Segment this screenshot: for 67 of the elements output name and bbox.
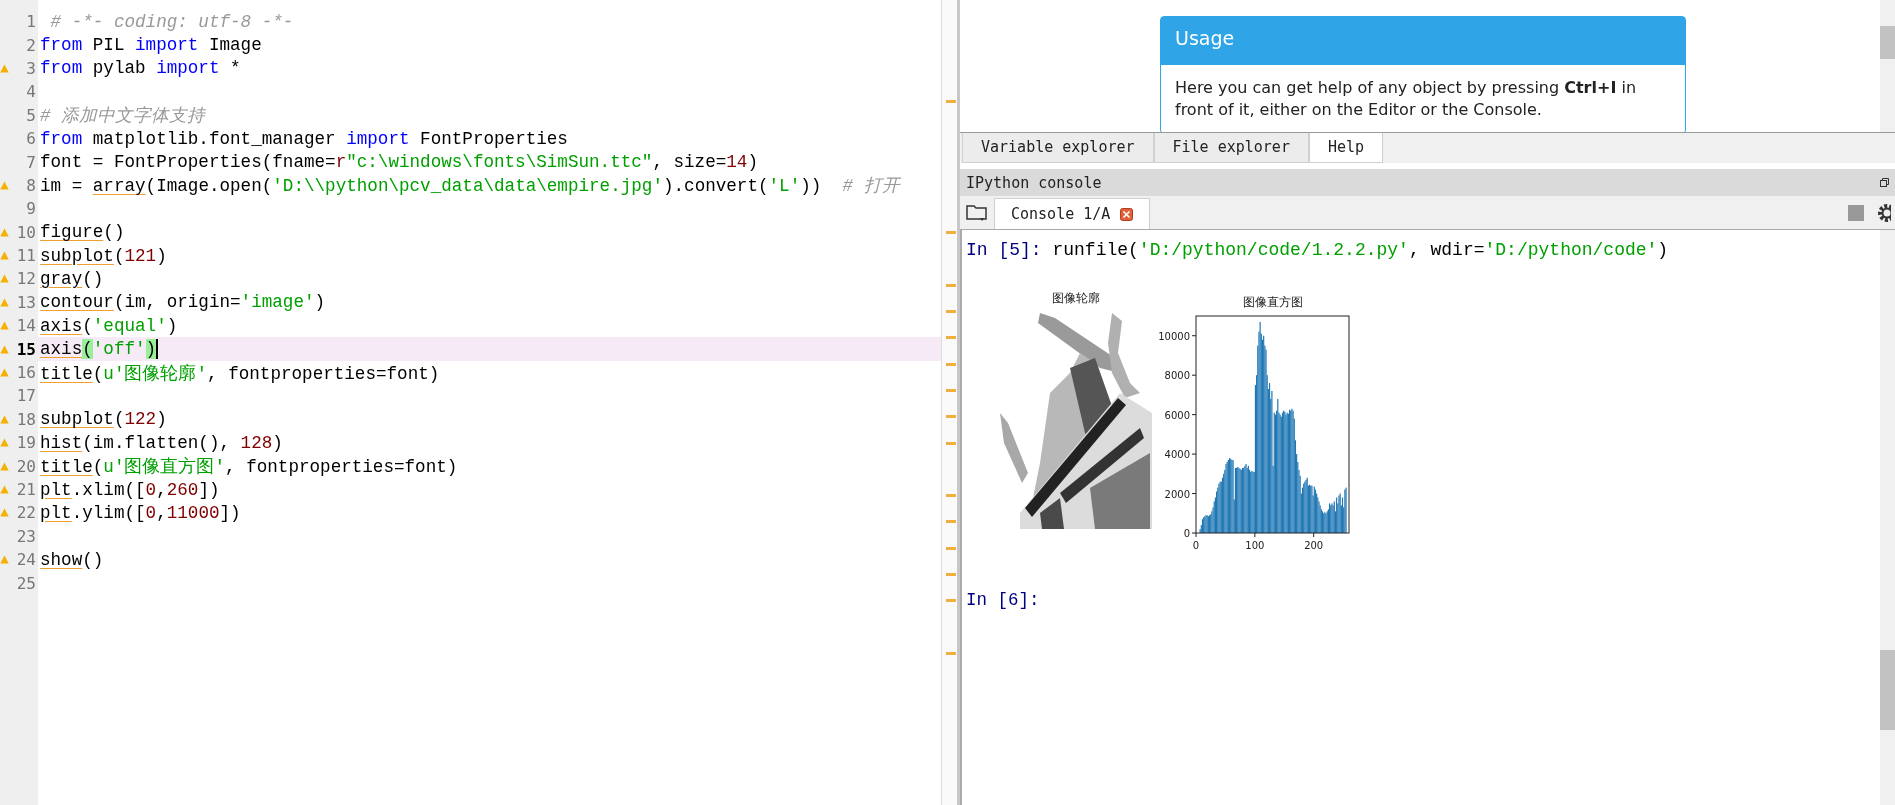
code-line: plt.ylim([0,11000])	[40, 502, 241, 523]
plot-title: 图像轮廓	[1052, 290, 1100, 307]
code-line: from matplotlib.font_manager import FontProperties	[40, 128, 568, 149]
line-number: 1	[25, 12, 37, 32]
line-number: 24	[15, 550, 37, 570]
y-tick-label: 0	[1183, 528, 1190, 539]
line-number: 13	[15, 292, 37, 312]
x-tick: 100	[1245, 532, 1265, 551]
code-line: axis('equal')	[40, 315, 178, 336]
command-text: In [5]: runfile('D:/python/code/1.2.2.py', wdir='D:/python/code')	[966, 240, 1670, 260]
line-number: 3	[25, 58, 37, 78]
code-line: font = FontProperties(fname=r"c:\windows\fonts\SimSun.ttc", size=14)	[40, 152, 758, 173]
line-number: 2	[25, 35, 37, 55]
code-line: subplot(121)	[40, 245, 167, 266]
y-tick: 2000	[1164, 488, 1197, 500]
line-number: 16	[15, 363, 37, 383]
y-tick-label: 8000	[1164, 370, 1190, 382]
code-line: contour(im, origin='image')	[40, 292, 326, 313]
code-line: show()	[40, 549, 104, 570]
x-tick-label: 0	[1192, 540, 1200, 551]
line-number: 6	[25, 129, 37, 149]
x-tick-label: 100	[1245, 540, 1265, 551]
card-text: Here you can get help of any object by pressing Ctrl+I in front of it, either on the Editor or the Console.	[1174, 77, 1637, 121]
pane-title: IPython console	[966, 173, 1102, 192]
line-number: 8	[25, 175, 37, 195]
line-number: 18	[15, 409, 37, 429]
line-number: 4	[25, 82, 37, 102]
code-line: # 添加中文字体支持	[40, 105, 206, 128]
code-line: hist(im.flatten(), 128)	[40, 432, 283, 453]
y-tick-label: 6000	[1164, 409, 1190, 421]
card-title: Usage	[1161, 17, 1685, 65]
code-line: plt.xlim([0,260])	[40, 479, 220, 500]
line-number: 15	[15, 339, 37, 359]
code-line: from PIL import Image	[40, 35, 262, 56]
line-number: 12	[15, 269, 37, 289]
code-line: from pylab import *	[40, 58, 241, 79]
y-tick-label: 2000	[1164, 488, 1190, 500]
code-line: subplot(122)	[40, 409, 167, 430]
line-number: 19	[15, 433, 37, 453]
y-tick-label: 10000	[1158, 330, 1190, 342]
y-tick: 8000	[1164, 370, 1197, 382]
x-tick: 200	[1304, 532, 1324, 551]
y-tick: 4000	[1164, 449, 1197, 461]
code-line: title(u'图像轮廓', fontproperties=font)	[40, 362, 440, 385]
line-number: 5	[25, 105, 37, 125]
line-number: 7	[25, 152, 37, 172]
y-tick: 10000	[1158, 330, 1197, 342]
line-number: 23	[15, 526, 37, 546]
code-line: # -*- coding: utf-8 -*-	[49, 11, 294, 32]
code-line: axis('off')	[40, 339, 157, 360]
line-number: 21	[15, 480, 37, 499]
line-number: 22	[15, 503, 37, 523]
x-tick-label: 200	[1304, 540, 1324, 551]
chart-title: 图像直方图	[1242, 295, 1303, 309]
y-tick: 6000	[1164, 409, 1197, 421]
y-tick-label: 4000	[1164, 449, 1190, 461]
line-number: 14	[15, 316, 37, 336]
line-number: 20	[15, 456, 37, 476]
line-number: 11	[15, 246, 37, 266]
line-number: 10	[15, 222, 37, 242]
line-number: 17	[15, 386, 37, 406]
code-line: gray()	[40, 269, 104, 289]
code-line: figure()	[40, 222, 125, 243]
code-line: title(u'图像直方图', fontproperties=font)	[40, 456, 458, 479]
line-number: 9	[25, 199, 37, 219]
code-line: im = array(Image.open('D:\\python\pcv_data\data\empire.jpg').convert('L')) # 打开	[40, 175, 900, 198]
line-number: 25	[15, 573, 37, 593]
